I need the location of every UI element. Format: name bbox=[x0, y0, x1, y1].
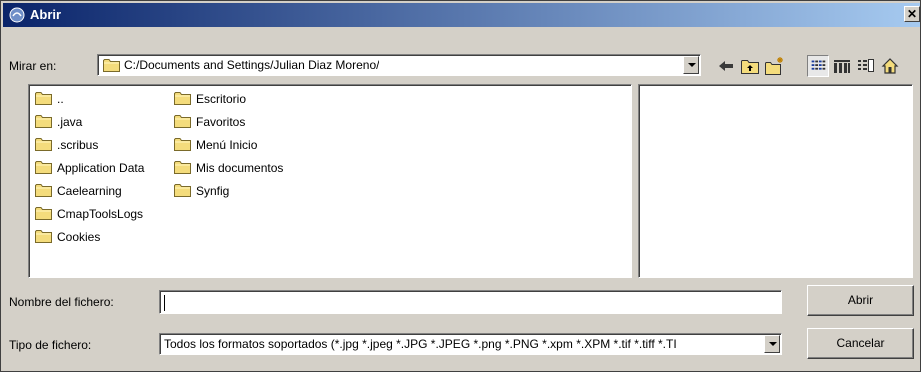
list-item[interactable]: Cookies bbox=[35, 228, 165, 246]
list-item[interactable]: .scribus bbox=[35, 136, 165, 154]
folder-icon bbox=[174, 137, 191, 151]
filename-field[interactable] bbox=[159, 290, 782, 314]
list-item[interactable]: Mis documentos bbox=[174, 159, 324, 177]
folder-icon bbox=[174, 183, 191, 197]
open-dialog: Abrir ✕ Mirar en: C:/Documents and Setti… bbox=[0, 0, 921, 372]
list-item[interactable]: .java bbox=[35, 113, 165, 131]
file-list[interactable]: .. .java .scribus Application Data Caele… bbox=[28, 84, 632, 278]
window-title: Abrir bbox=[30, 7, 62, 22]
folder-icon bbox=[35, 114, 52, 128]
list-item[interactable]: Escritorio bbox=[174, 90, 324, 108]
list-item[interactable]: Synfig bbox=[174, 182, 324, 200]
details-view-icon[interactable] bbox=[831, 55, 853, 77]
new-folder-icon[interactable] bbox=[763, 55, 785, 77]
folder-icon bbox=[35, 91, 52, 105]
chevron-down-icon[interactable] bbox=[764, 335, 780, 353]
look-in-combo[interactable]: C:/Documents and Settings/Julian Diaz Mo… bbox=[97, 54, 701, 76]
list-item[interactable]: .. bbox=[35, 90, 165, 108]
close-icon: ✕ bbox=[906, 7, 918, 21]
cancel-button[interactable]: Cancelar bbox=[807, 328, 914, 359]
open-button[interactable]: Abrir bbox=[807, 285, 914, 316]
up-folder-icon[interactable] bbox=[739, 55, 761, 77]
folder-icon bbox=[35, 206, 52, 220]
list-view-icon[interactable] bbox=[807, 55, 829, 77]
preview-panel bbox=[638, 84, 913, 278]
look-in-label: Mirar en: bbox=[9, 59, 57, 73]
title-bar[interactable]: Abrir ✕ bbox=[3, 3, 920, 27]
home-icon[interactable] bbox=[879, 55, 901, 77]
list-item[interactable]: Favoritos bbox=[174, 113, 324, 131]
list-item[interactable]: Application Data bbox=[35, 159, 165, 177]
preview-icon[interactable] bbox=[855, 55, 877, 77]
folder-icon bbox=[174, 160, 191, 174]
app-icon bbox=[9, 7, 25, 23]
folder-icon bbox=[174, 91, 191, 105]
filetype-label: Tipo de fichero: bbox=[9, 338, 92, 352]
filetype-combo[interactable]: Todos los formatos soportados (*.jpg *.j… bbox=[159, 333, 782, 355]
folder-icon bbox=[35, 137, 52, 151]
list-item[interactable]: Caelearning bbox=[35, 182, 165, 200]
filetype-value: Todos los formatos soportados (*.jpg *.j… bbox=[164, 337, 677, 351]
filename-label: Nombre del fichero: bbox=[9, 295, 114, 309]
close-button[interactable]: ✕ bbox=[904, 6, 920, 22]
list-item[interactable]: CmapToolsLogs bbox=[35, 205, 165, 223]
folder-icon bbox=[35, 183, 52, 197]
list-item[interactable]: Menú Inicio bbox=[174, 136, 324, 154]
chevron-down-icon[interactable] bbox=[683, 56, 699, 74]
folder-icon bbox=[174, 114, 191, 128]
back-icon[interactable] bbox=[715, 55, 737, 77]
text-caret bbox=[164, 295, 165, 311]
folder-icon bbox=[35, 160, 52, 174]
folder-icon bbox=[103, 58, 120, 72]
folder-icon bbox=[35, 229, 52, 243]
look-in-path: C:/Documents and Settings/Julian Diaz Mo… bbox=[124, 58, 380, 72]
